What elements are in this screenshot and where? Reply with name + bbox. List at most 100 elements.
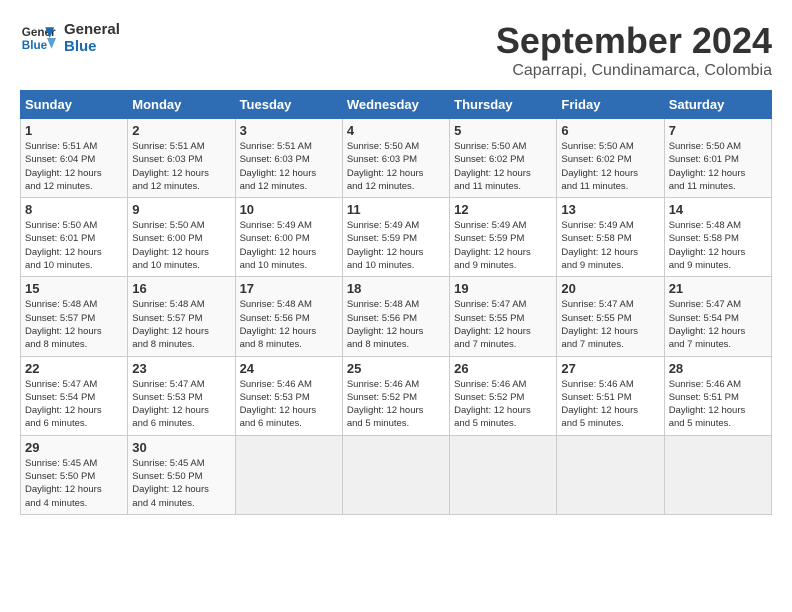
- calendar-cell: 6 Sunrise: 5:50 AM Sunset: 6:02 PM Daylig…: [557, 119, 664, 198]
- calendar-cell: [450, 435, 557, 514]
- day-info: Sunrise: 5:46 AM Sunset: 5:53 PM Dayligh…: [240, 378, 338, 431]
- day-info: Sunrise: 5:46 AM Sunset: 5:52 PM Dayligh…: [347, 378, 445, 431]
- day-info: Sunrise: 5:47 AM Sunset: 5:55 PM Dayligh…: [561, 298, 659, 351]
- day-info: Sunrise: 5:50 AM Sunset: 6:00 PM Dayligh…: [132, 219, 230, 272]
- day-number: 21: [669, 281, 767, 296]
- calendar-cell: 24 Sunrise: 5:46 AM Sunset: 5:53 PM Dayli…: [235, 356, 342, 435]
- calendar-week-4: 22 Sunrise: 5:47 AM Sunset: 5:54 PM Dayli…: [21, 356, 772, 435]
- day-info: Sunrise: 5:50 AM Sunset: 6:02 PM Dayligh…: [561, 140, 659, 193]
- calendar-table: SundayMondayTuesdayWednesdayThursdayFrid…: [20, 90, 772, 515]
- day-info: Sunrise: 5:49 AM Sunset: 5:59 PM Dayligh…: [454, 219, 552, 272]
- day-info: Sunrise: 5:47 AM Sunset: 5:55 PM Dayligh…: [454, 298, 552, 351]
- calendar-cell: 20Sunrise: 5:47 AM Sunset: 5:55 PM Dayli…: [557, 277, 664, 356]
- calendar-cell: 23 Sunrise: 5:47 AM Sunset: 5:53 PM Dayli…: [128, 356, 235, 435]
- day-number: 4: [347, 123, 445, 138]
- logo-icon: General Blue: [20, 20, 56, 56]
- day-number: 6: [561, 123, 659, 138]
- calendar-cell: 5Sunrise: 5:50 AM Sunset: 6:02 PM Daylig…: [450, 119, 557, 198]
- calendar-cell: 7Sunrise: 5:50 AM Sunset: 6:01 PM Daylig…: [664, 119, 771, 198]
- col-header-thursday: Thursday: [450, 91, 557, 119]
- day-number: 19: [454, 281, 552, 296]
- day-number: 18: [347, 281, 445, 296]
- day-info: Sunrise: 5:51 AM Sunset: 6:03 PM Dayligh…: [240, 140, 338, 193]
- day-number: 23: [132, 361, 230, 376]
- page-header: General Blue General Blue September 2024…: [20, 20, 772, 80]
- calendar-cell: 8Sunrise: 5:50 AM Sunset: 6:01 PM Daylig…: [21, 198, 128, 277]
- calendar-cell: 22 Sunrise: 5:47 AM Sunset: 5:54 PM Dayli…: [21, 356, 128, 435]
- day-number: 3: [240, 123, 338, 138]
- col-header-monday: Monday: [128, 91, 235, 119]
- calendar-cell: 2 Sunrise: 5:51 AM Sunset: 6:03 PM Daylig…: [128, 119, 235, 198]
- day-info: Sunrise: 5:46 AM Sunset: 5:52 PM Dayligh…: [454, 378, 552, 431]
- day-info: Sunrise: 5:48 AM Sunset: 5:58 PM Dayligh…: [669, 219, 767, 272]
- day-number: 11: [347, 202, 445, 217]
- day-number: 27: [561, 361, 659, 376]
- calendar-cell: 9 Sunrise: 5:50 AM Sunset: 6:00 PM Daylig…: [128, 198, 235, 277]
- calendar-cell: 1Sunrise: 5:51 AM Sunset: 6:04 PM Daylig…: [21, 119, 128, 198]
- calendar-cell: 16Sunrise: 5:48 AM Sunset: 5:57 PM Dayli…: [128, 277, 235, 356]
- day-info: Sunrise: 5:50 AM Sunset: 6:02 PM Dayligh…: [454, 140, 552, 193]
- day-number: 9: [132, 202, 230, 217]
- calendar-cell: 25 Sunrise: 5:46 AM Sunset: 5:52 PM Dayli…: [342, 356, 449, 435]
- calendar-cell: 30 Sunrise: 5:45 AM Sunset: 5:50 PM Dayli…: [128, 435, 235, 514]
- calendar-week-3: 15 Sunrise: 5:48 AM Sunset: 5:57 PM Dayli…: [21, 277, 772, 356]
- col-header-friday: Friday: [557, 91, 664, 119]
- day-info: Sunrise: 5:49 AM Sunset: 6:00 PM Dayligh…: [240, 219, 338, 272]
- day-info: Sunrise: 5:47 AM Sunset: 5:54 PM Dayligh…: [669, 298, 767, 351]
- calendar-cell: 17 Sunrise: 5:48 AM Sunset: 5:56 PM Dayli…: [235, 277, 342, 356]
- calendar-cell: 13Sunrise: 5:49 AM Sunset: 5:58 PM Dayli…: [557, 198, 664, 277]
- calendar-week-5: 29Sunrise: 5:45 AM Sunset: 5:50 PM Dayli…: [21, 435, 772, 514]
- day-info: Sunrise: 5:51 AM Sunset: 6:03 PM Dayligh…: [132, 140, 230, 193]
- day-info: Sunrise: 5:47 AM Sunset: 5:54 PM Dayligh…: [25, 378, 123, 431]
- col-header-tuesday: Tuesday: [235, 91, 342, 119]
- location-subtitle: Caparrapi, Cundinamarca, Colombia: [496, 62, 772, 80]
- day-number: 10: [240, 202, 338, 217]
- day-info: Sunrise: 5:49 AM Sunset: 5:59 PM Dayligh…: [347, 219, 445, 272]
- day-number: 24: [240, 361, 338, 376]
- calendar-cell: 10 Sunrise: 5:49 AM Sunset: 6:00 PM Dayli…: [235, 198, 342, 277]
- calendar-cell: 3 Sunrise: 5:51 AM Sunset: 6:03 PM Daylig…: [235, 119, 342, 198]
- day-number: 1: [25, 123, 123, 138]
- day-info: Sunrise: 5:48 AM Sunset: 5:57 PM Dayligh…: [25, 298, 123, 351]
- day-number: 2: [132, 123, 230, 138]
- day-number: 25: [347, 361, 445, 376]
- calendar-cell: [557, 435, 664, 514]
- day-number: 30: [132, 440, 230, 455]
- col-header-wednesday: Wednesday: [342, 91, 449, 119]
- calendar-cell: 21 Sunrise: 5:47 AM Sunset: 5:54 PM Dayli…: [664, 277, 771, 356]
- calendar-cell: 27 Sunrise: 5:46 AM Sunset: 5:51 PM Dayli…: [557, 356, 664, 435]
- day-number: 17: [240, 281, 338, 296]
- calendar-cell: 28Sunrise: 5:46 AM Sunset: 5:51 PM Dayli…: [664, 356, 771, 435]
- calendar-cell: 29Sunrise: 5:45 AM Sunset: 5:50 PM Dayli…: [21, 435, 128, 514]
- day-info: Sunrise: 5:50 AM Sunset: 6:03 PM Dayligh…: [347, 140, 445, 193]
- day-info: Sunrise: 5:46 AM Sunset: 5:51 PM Dayligh…: [561, 378, 659, 431]
- calendar-header-row: SundayMondayTuesdayWednesdayThursdayFrid…: [21, 91, 772, 119]
- day-number: 7: [669, 123, 767, 138]
- day-number: 14: [669, 202, 767, 217]
- calendar-cell: [342, 435, 449, 514]
- title-section: September 2024 Caparrapi, Cundinamarca, …: [496, 20, 772, 80]
- day-number: 26: [454, 361, 552, 376]
- calendar-cell: 19 Sunrise: 5:47 AM Sunset: 5:55 PM Dayli…: [450, 277, 557, 356]
- calendar-week-1: 1Sunrise: 5:51 AM Sunset: 6:04 PM Daylig…: [21, 119, 772, 198]
- day-number: 15: [25, 281, 123, 296]
- calendar-cell: 4 Sunrise: 5:50 AM Sunset: 6:03 PM Daylig…: [342, 119, 449, 198]
- calendar-cell: 26 Sunrise: 5:46 AM Sunset: 5:52 PM Dayli…: [450, 356, 557, 435]
- calendar-cell: 14 Sunrise: 5:48 AM Sunset: 5:58 PM Dayli…: [664, 198, 771, 277]
- day-info: Sunrise: 5:48 AM Sunset: 5:56 PM Dayligh…: [240, 298, 338, 351]
- col-header-saturday: Saturday: [664, 91, 771, 119]
- calendar-cell: 12 Sunrise: 5:49 AM Sunset: 5:59 PM Dayli…: [450, 198, 557, 277]
- calendar-cell: [235, 435, 342, 514]
- calendar-cell: [664, 435, 771, 514]
- calendar-week-2: 8Sunrise: 5:50 AM Sunset: 6:01 PM Daylig…: [21, 198, 772, 277]
- day-number: 8: [25, 202, 123, 217]
- day-number: 22: [25, 361, 123, 376]
- day-info: Sunrise: 5:47 AM Sunset: 5:53 PM Dayligh…: [132, 378, 230, 431]
- day-info: Sunrise: 5:46 AM Sunset: 5:51 PM Dayligh…: [669, 378, 767, 431]
- day-info: Sunrise: 5:45 AM Sunset: 5:50 PM Dayligh…: [132, 457, 230, 510]
- day-number: 12: [454, 202, 552, 217]
- day-info: Sunrise: 5:45 AM Sunset: 5:50 PM Dayligh…: [25, 457, 123, 510]
- day-number: 13: [561, 202, 659, 217]
- day-info: Sunrise: 5:48 AM Sunset: 5:56 PM Dayligh…: [347, 298, 445, 351]
- month-title: September 2024: [496, 20, 772, 62]
